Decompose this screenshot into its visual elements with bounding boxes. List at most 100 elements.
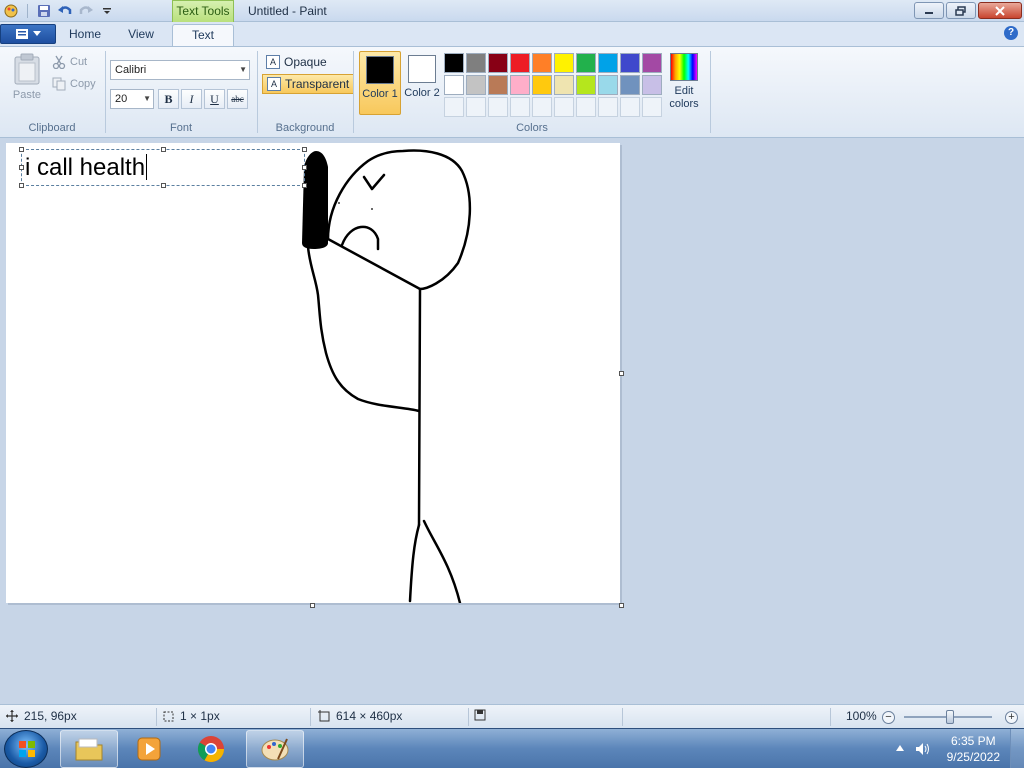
palette-color-swatch[interactable] <box>620 75 640 95</box>
help-icon[interactable]: ? <box>1004 26 1018 40</box>
redo-icon[interactable] <box>77 2 95 20</box>
image-size-value: 614 × 460px <box>336 709 403 723</box>
custom-color-slot[interactable] <box>576 97 596 117</box>
palette-color-swatch[interactable] <box>620 53 640 73</box>
palette-color-swatch[interactable] <box>642 53 662 73</box>
image-size: 614 × 460px <box>318 709 402 723</box>
palette-color-swatch[interactable] <box>642 75 662 95</box>
resize-handle[interactable] <box>302 165 307 170</box>
italic-button[interactable]: I <box>181 89 202 109</box>
custom-color-slot[interactable] <box>554 97 574 117</box>
undo-icon[interactable] <box>56 2 74 20</box>
taskbar-clock[interactable]: 6:35 PM 9/25/2022 <box>947 733 1000 765</box>
palette-color-swatch[interactable] <box>554 53 574 73</box>
tab-view[interactable]: View <box>116 24 166 46</box>
canvas-resize-handle-corner[interactable] <box>619 603 624 608</box>
tab-home[interactable]: Home <box>60 24 110 46</box>
paint-menu-button[interactable] <box>0 24 56 44</box>
cut-button[interactable]: Cut <box>52 55 87 69</box>
resize-handle[interactable] <box>19 165 24 170</box>
volume-icon[interactable] <box>914 741 930 757</box>
windows-logo-icon <box>19 741 35 757</box>
font-family-select[interactable]: Calibri ▼ <box>110 60 250 80</box>
start-button[interactable] <box>4 730 48 768</box>
custom-color-slot[interactable] <box>598 97 618 117</box>
strikethrough-button[interactable]: abc <box>227 89 248 109</box>
color2-swatch <box>408 55 436 83</box>
palette-color-swatch[interactable] <box>466 53 486 73</box>
minimize-button[interactable] <box>914 2 944 19</box>
disk-icon <box>474 709 486 721</box>
palette-color-swatch[interactable] <box>466 75 486 95</box>
customize-qat-icon[interactable] <box>98 2 116 20</box>
custom-color-slot[interactable] <box>620 97 640 117</box>
custom-color-slot[interactable] <box>510 97 530 117</box>
scissors-icon <box>52 55 66 69</box>
underline-button[interactable]: U <box>204 89 225 109</box>
custom-color-slot[interactable] <box>532 97 552 117</box>
taskbar-media-player[interactable] <box>120 730 178 768</box>
palette-color-swatch[interactable] <box>444 75 464 95</box>
resize-handle[interactable] <box>302 183 307 188</box>
resize-handle[interactable] <box>161 183 166 188</box>
chevron-down-icon: ▼ <box>143 94 151 103</box>
zoom-out-button[interactable]: − <box>882 711 895 724</box>
transparent-icon: A <box>267 77 281 91</box>
palette-color-swatch[interactable] <box>554 75 574 95</box>
taskbar-explorer[interactable] <box>60 730 118 768</box>
palette-color-swatch[interactable] <box>532 53 552 73</box>
paste-button[interactable]: Paste <box>10 53 44 101</box>
show-desktop-button[interactable] <box>1010 729 1024 768</box>
canvas-text: i call health <box>25 154 148 182</box>
copy-button[interactable]: Copy <box>52 77 96 91</box>
palette-color-swatch[interactable] <box>532 75 552 95</box>
palette-color-swatch[interactable] <box>576 53 596 73</box>
colors-group-label: Colors <box>516 122 548 134</box>
bold-button[interactable]: B <box>158 89 179 109</box>
color-spectrum-icon <box>670 53 698 81</box>
cursor-position: 215, 96px <box>6 709 77 723</box>
custom-color-slot[interactable] <box>488 97 508 117</box>
opaque-button[interactable]: A Opaque <box>262 52 331 72</box>
taskbar-paint[interactable] <box>246 730 304 768</box>
drawing-canvas[interactable]: i call health <box>6 143 620 603</box>
show-hidden-icons-icon[interactable] <box>896 745 904 751</box>
palette-color-swatch[interactable] <box>598 75 618 95</box>
paste-icon <box>14 53 40 85</box>
color1-swatch <box>366 56 394 84</box>
clipboard-group: Paste Cut Copy Clipboard <box>0 47 104 137</box>
palette-color-swatch[interactable] <box>576 75 596 95</box>
transparent-button[interactable]: A Transparent <box>262 74 355 94</box>
palette-color-swatch[interactable] <box>488 53 508 73</box>
custom-color-slot[interactable] <box>444 97 464 117</box>
close-button[interactable] <box>978 2 1022 19</box>
taskbar-chrome[interactable] <box>182 730 240 768</box>
font-size-select[interactable]: 20 ▼ <box>110 89 154 109</box>
text-input-box[interactable]: i call health <box>19 147 307 188</box>
color2-button[interactable]: Color 2 <box>401 51 443 115</box>
resize-handle[interactable] <box>161 147 166 152</box>
palette-color-swatch[interactable] <box>510 75 530 95</box>
palette-color-swatch[interactable] <box>488 75 508 95</box>
status-bar: 215, 96px 1 × 1px 614 × 460px 100% − + <box>0 704 1024 728</box>
zoom-slider-thumb[interactable] <box>946 710 954 724</box>
resize-handle[interactable] <box>19 183 24 188</box>
custom-color-slot[interactable] <box>642 97 662 117</box>
quick-access-toolbar <box>2 2 116 20</box>
resize-handle[interactable] <box>302 147 307 152</box>
paint-app-icon[interactable] <box>2 2 20 20</box>
canvas-resize-handle-right[interactable] <box>619 371 624 376</box>
palette-color-swatch[interactable] <box>444 53 464 73</box>
canvas-resize-handle-bottom[interactable] <box>310 603 315 608</box>
palette-color-swatch[interactable] <box>598 53 618 73</box>
color1-button[interactable]: Color 1 <box>359 51 401 115</box>
palette-color-swatch[interactable] <box>510 53 530 73</box>
edit-colors-button[interactable]: Edit colors <box>666 53 702 111</box>
zoom-in-button[interactable]: + <box>1005 711 1018 724</box>
save-icon[interactable] <box>35 2 53 20</box>
custom-color-slot[interactable] <box>466 97 486 117</box>
resize-handle[interactable] <box>19 147 24 152</box>
restore-button[interactable] <box>946 2 976 19</box>
tab-text[interactable]: Text <box>172 24 234 46</box>
cursor-position-value: 215, 96px <box>24 709 77 723</box>
